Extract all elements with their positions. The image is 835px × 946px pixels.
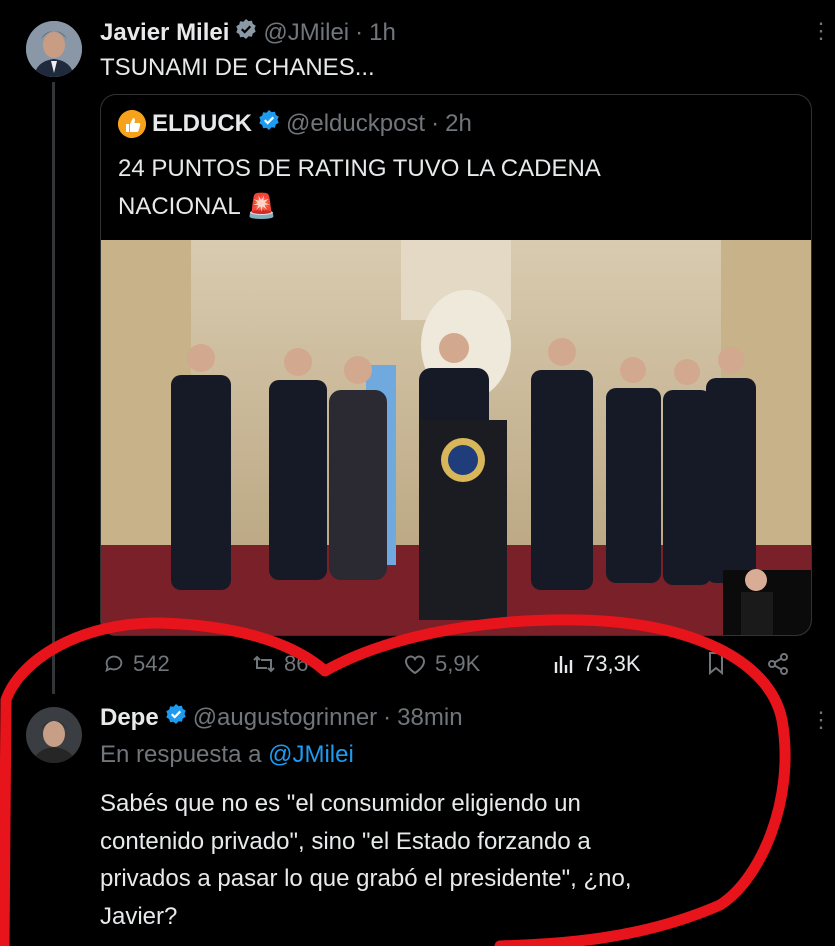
views-icon <box>554 656 573 673</box>
tweet-time[interactable]: 1h <box>369 19 396 47</box>
reply-to-label: En respuesta a <box>100 741 262 768</box>
like-count: 5,9K <box>435 651 481 676</box>
dot-separator: · <box>431 109 440 137</box>
heart-icon <box>405 655 425 675</box>
quote-author-name[interactable]: ELDUCK <box>152 110 252 138</box>
share-icon[interactable] <box>766 652 790 681</box>
retweet-icon <box>253 655 275 673</box>
reply-text-line-4: Javier? <box>100 902 178 930</box>
verified-badge-icon <box>235 18 257 47</box>
reply-time[interactable]: 38min <box>397 704 462 732</box>
reply-header: Depe @augustogrinner · 38min <box>100 703 463 732</box>
tweet-header: Javier Milei @JMilei · 1h <box>100 18 396 47</box>
quote-photo[interactable] <box>101 240 811 635</box>
reply-author-handle[interactable]: @augustogrinner <box>193 704 377 732</box>
reply-text-line-2: contenido privado", sino "el Estado forz… <box>100 827 591 855</box>
more-options-icon[interactable]: ⋮ <box>810 707 833 733</box>
quote-text-line-1: 24 PUNTOS DE RATING TUVO LA CADENA <box>118 155 601 182</box>
verified-badge-icon <box>258 109 280 138</box>
views-count: 73,3K <box>583 651 641 676</box>
views-action[interactable]: 73,3K <box>553 651 641 677</box>
reply-text-line-3: privados a pasar lo que grabó el preside… <box>100 865 632 892</box>
retweet-action[interactable]: 86 <box>252 651 308 677</box>
reply-icon <box>105 655 123 673</box>
thread-line <box>52 82 55 694</box>
quote-time[interactable]: 2h <box>445 110 472 138</box>
reply-text: Sabés que no es "el consumidor eligiendo… <box>100 785 632 935</box>
siren-emoji-icon: 🚨 <box>246 193 277 220</box>
quoted-tweet-card[interactable]: ELDUCK @elduckpost · 2h 24 PUNTOS DE RAT… <box>100 94 812 636</box>
dot-separator: · <box>383 703 392 731</box>
author-handle[interactable]: @JMilei <box>263 19 349 47</box>
reply-author-name[interactable]: Depe <box>100 704 159 732</box>
quote-header: ELDUCK @elduckpost · 2h <box>118 109 472 138</box>
quote-text-line-2: NACIONAL 🚨 <box>118 192 276 221</box>
like-action[interactable]: 5,9K <box>403 651 480 677</box>
reply-action[interactable]: 542 <box>103 651 170 677</box>
bookmark-icon[interactable] <box>705 651 727 680</box>
reply-to-line: En respuesta a @JMilei <box>100 741 354 769</box>
reply-text-line-1: Sabés que no es "el consumidor eligiendo… <box>100 790 581 817</box>
reply-avatar[interactable] <box>26 707 82 763</box>
reply-count: 542 <box>133 651 170 676</box>
verified-badge-icon <box>165 703 187 732</box>
retweet-count: 86 <box>284 651 309 676</box>
avatar[interactable] <box>26 21 82 77</box>
quote-author-handle[interactable]: @elduckpost <box>286 110 425 138</box>
dot-separator: · <box>355 18 364 46</box>
quote-text-nacional: NACIONAL <box>118 193 240 220</box>
quote-avatar[interactable] <box>118 109 146 138</box>
more-options-icon[interactable]: ⋮ <box>810 18 833 44</box>
reply-to-handle-link[interactable]: @JMilei <box>268 741 354 768</box>
tweet-text: TSUNAMI DE CHANES... <box>100 54 375 81</box>
author-name[interactable]: Javier Milei <box>100 19 229 47</box>
